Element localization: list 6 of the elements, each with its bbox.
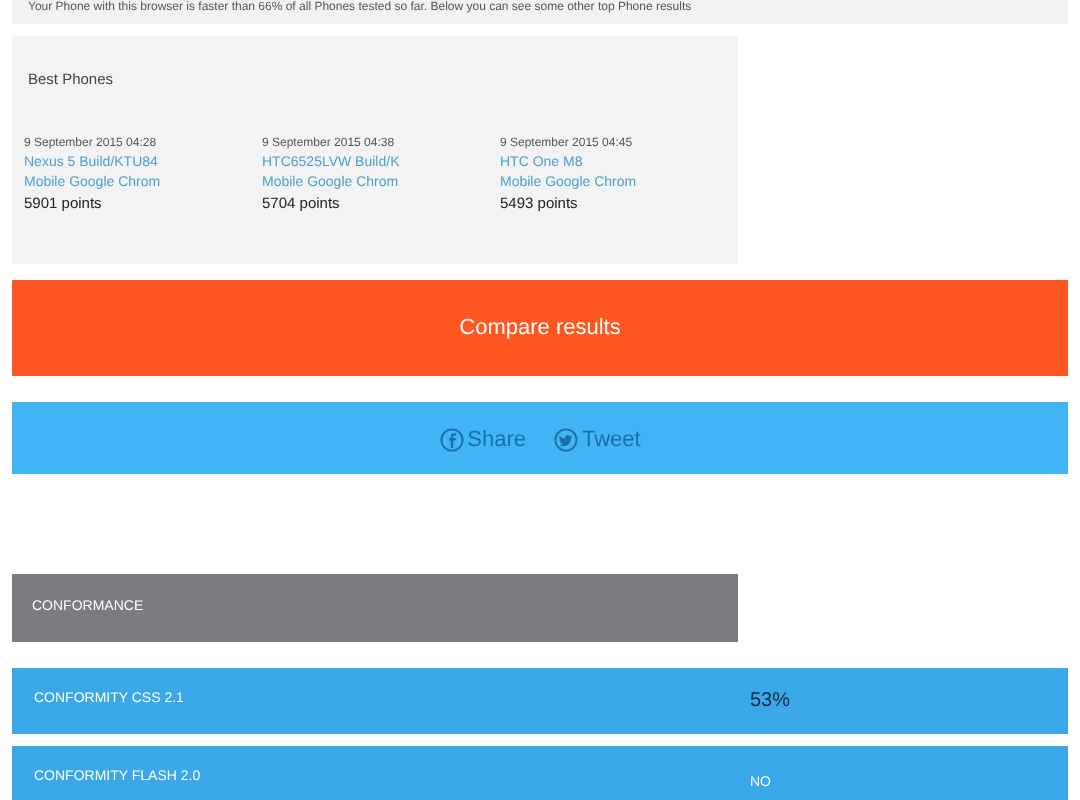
share-link[interactable]: Share: [439, 423, 526, 457]
facebook-icon: [439, 428, 464, 452]
compare-results-button[interactable]: Compare results: [12, 280, 1068, 376]
twitter-icon: [554, 428, 578, 452]
row-value: 53%: [750, 688, 791, 716]
share-link[interactable]: Tweet: [554, 423, 641, 457]
